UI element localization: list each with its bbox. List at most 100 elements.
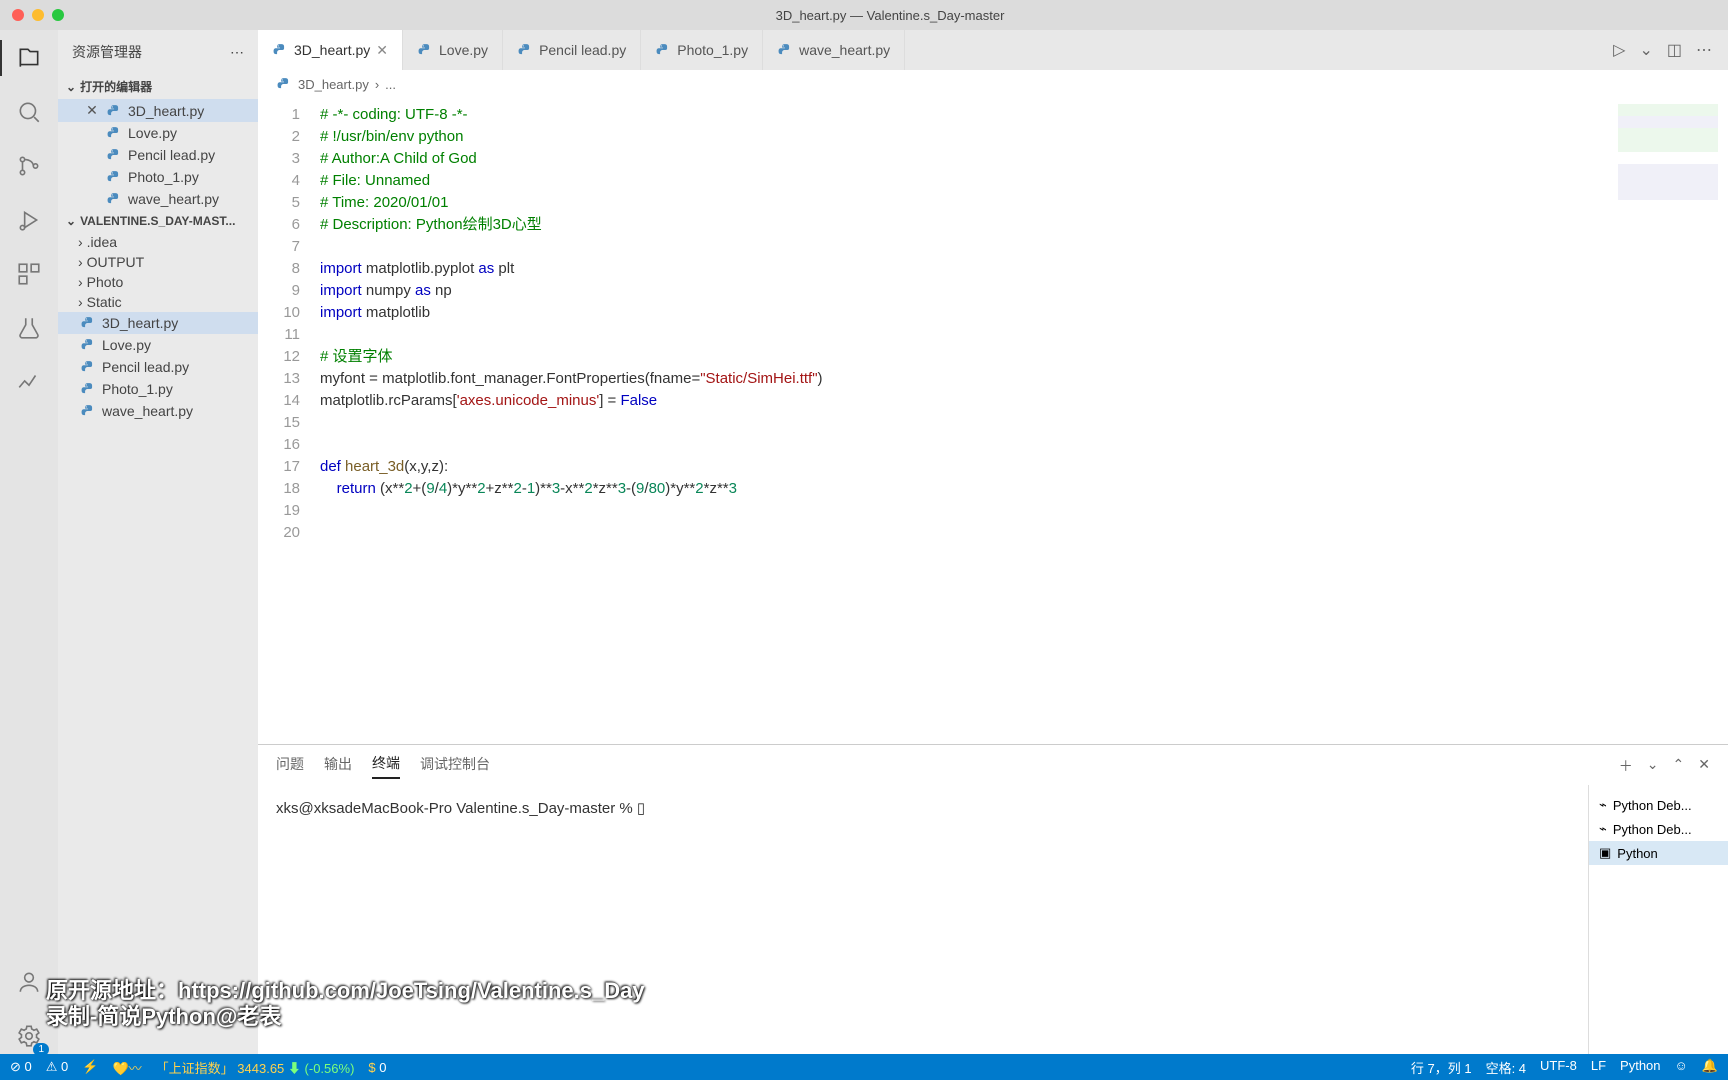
python-file-icon <box>655 42 671 58</box>
file-item[interactable]: Pencil lead.py <box>58 356 258 378</box>
terminal-dropdown-icon[interactable]: ⌄ <box>1647 756 1659 776</box>
open-editor-item[interactable]: Love.py <box>58 122 258 144</box>
split-editor-icon[interactable]: ◫ <box>1667 40 1682 60</box>
project-section[interactable]: ⌄ VALENTINE.S_DAY-MAST... <box>58 210 258 232</box>
graph-icon[interactable] <box>11 364 47 400</box>
indent-status[interactable]: 空格: 4 <box>1486 1058 1526 1077</box>
python-file-icon <box>80 315 96 331</box>
python-file-icon <box>80 359 96 375</box>
folder-item[interactable]: › Photo <box>58 272 258 292</box>
tab-terminal[interactable]: 终端 <box>372 753 400 779</box>
terminal-icon: ▣ <box>1599 845 1611 861</box>
folder-item[interactable]: › .idea <box>58 232 258 252</box>
open-editor-item[interactable]: Photo_1.py <box>58 166 258 188</box>
more-icon[interactable]: ⋯ <box>230 44 244 61</box>
open-editor-item[interactable]: ✕ 3D_heart.py <box>58 99 258 122</box>
tab-debug-console[interactable]: 调试控制台 <box>420 754 490 778</box>
terminal-session[interactable]: ⌁ Python Deb... <box>1589 817 1728 841</box>
accounts-icon[interactable] <box>11 964 47 1000</box>
editor-tab[interactable]: Pencil lead.py <box>503 30 641 70</box>
notifications-icon[interactable]: 🔔 <box>1702 1058 1718 1077</box>
open-editors-section[interactable]: ⌄ 打开的编辑器 <box>58 74 258 99</box>
status-pulse-icon[interactable]: 💛〰 <box>112 1058 141 1077</box>
file-label: Love.py <box>128 125 177 141</box>
python-file-icon <box>276 76 292 92</box>
file-label: Pencil lead.py <box>128 147 215 163</box>
minimap[interactable] <box>1618 104 1718 224</box>
tab-problems[interactable]: 问题 <box>276 754 304 778</box>
editor-tab[interactable]: 3D_heart.py ✕ <box>258 30 403 70</box>
cursor-position[interactable]: 行 7，列 1 <box>1411 1058 1472 1077</box>
search-icon[interactable] <box>11 94 47 130</box>
errors-count[interactable]: ⊘ 0 <box>10 1059 32 1075</box>
folder-item[interactable]: › Static <box>58 292 258 312</box>
breadcrumb[interactable]: 3D_heart.py › ... <box>258 70 1728 98</box>
terminal-list: ⌁ Python Deb... ⌁ Python Deb... ▣ Python <box>1588 785 1728 1054</box>
tab-label: Pencil lead.py <box>539 42 626 58</box>
run-icon[interactable]: ▷ <box>1613 40 1625 60</box>
folder-label: Static <box>87 294 122 310</box>
encoding-status[interactable]: UTF-8 <box>1540 1058 1577 1077</box>
language-status[interactable]: Python <box>1620 1058 1660 1077</box>
editor-tab[interactable]: wave_heart.py <box>763 30 905 70</box>
source-control-icon[interactable] <box>11 148 47 184</box>
file-label: 3D_heart.py <box>102 315 178 331</box>
explorer-title: 资源管理器 <box>72 42 142 62</box>
python-file-icon <box>777 42 793 58</box>
close-window[interactable] <box>12 9 24 21</box>
python-file-icon <box>80 381 96 397</box>
run-dropdown-icon[interactable]: ⌄ <box>1639 40 1652 60</box>
warnings-count[interactable]: ⚠ 0 <box>46 1059 69 1075</box>
tab-output[interactable]: 输出 <box>324 754 352 778</box>
close-icon[interactable]: ✕ <box>376 42 388 59</box>
chevron-right-icon: › <box>375 77 379 92</box>
python-file-icon <box>106 103 122 119</box>
close-icon[interactable]: ✕ <box>84 102 100 119</box>
file-item[interactable]: Love.py <box>58 334 258 356</box>
testing-icon[interactable] <box>11 310 47 346</box>
maximize-panel-icon[interactable]: ⌃ <box>1673 756 1685 776</box>
maximize-window[interactable] <box>52 9 64 21</box>
debug-icon: ⌁ <box>1599 821 1607 837</box>
stock-ticker[interactable]: 「上证指数」 3443.65 ⬇ (-0.56%) <box>156 1058 355 1077</box>
terminal-session[interactable]: ⌁ Python Deb... <box>1589 793 1728 817</box>
run-debug-icon[interactable] <box>11 202 47 238</box>
debug-icon: ⌁ <box>1599 797 1607 813</box>
python-file-icon <box>106 191 122 207</box>
editor-tab[interactable]: Photo_1.py <box>641 30 763 70</box>
status-indicator-icon[interactable]: ⚡ <box>82 1059 98 1075</box>
open-editor-item[interactable]: wave_heart.py <box>58 188 258 210</box>
settings-badge: 1 <box>33 1043 49 1056</box>
explorer-sidebar: 资源管理器 ⋯ ⌄ 打开的编辑器 ✕ 3D_heart.py Love.py P… <box>58 30 258 1054</box>
folder-label: OUTPUT <box>87 254 145 270</box>
close-panel-icon[interactable]: ✕ <box>1698 756 1710 776</box>
settings-gear-icon[interactable]: 1 <box>11 1018 47 1054</box>
file-label: Pencil lead.py <box>102 359 189 375</box>
file-item[interactable]: wave_heart.py <box>58 400 258 422</box>
file-item[interactable]: Photo_1.py <box>58 378 258 400</box>
chevron-right-icon: › <box>78 234 83 250</box>
folder-item[interactable]: › OUTPUT <box>58 252 258 272</box>
editor-area: 3D_heart.py ✕ Love.py Pencil lead.py Pho… <box>258 30 1728 1054</box>
python-file-icon <box>272 42 288 58</box>
open-editor-item[interactable]: Pencil lead.py <box>58 144 258 166</box>
feedback-icon[interactable]: ☺ <box>1675 1058 1688 1077</box>
tab-label: Photo_1.py <box>677 42 748 58</box>
terminal-session[interactable]: ▣ Python <box>1589 841 1728 865</box>
editor-tab[interactable]: Love.py <box>403 30 503 70</box>
file-label: Love.py <box>102 337 151 353</box>
coin-count[interactable]: $ 0 <box>368 1060 386 1075</box>
eol-status[interactable]: LF <box>1591 1058 1606 1077</box>
python-file-icon <box>417 42 433 58</box>
explorer-icon[interactable] <box>11 40 47 76</box>
python-file-icon <box>517 42 533 58</box>
code-editor[interactable]: 1234567891011121314151617181920 # -*- co… <box>258 98 1728 744</box>
file-item[interactable]: 3D_heart.py <box>58 312 258 334</box>
extensions-icon[interactable] <box>11 256 47 292</box>
minimize-window[interactable] <box>32 9 44 21</box>
new-terminal-icon[interactable]: ＋ <box>1619 756 1633 776</box>
more-icon[interactable]: ⋯ <box>1696 40 1712 60</box>
code-content[interactable]: # -*- coding: UTF-8 -*-# !/usr/bin/env p… <box>314 98 1728 744</box>
line-gutter: 1234567891011121314151617181920 <box>258 98 314 744</box>
tab-label: Love.py <box>439 42 488 58</box>
